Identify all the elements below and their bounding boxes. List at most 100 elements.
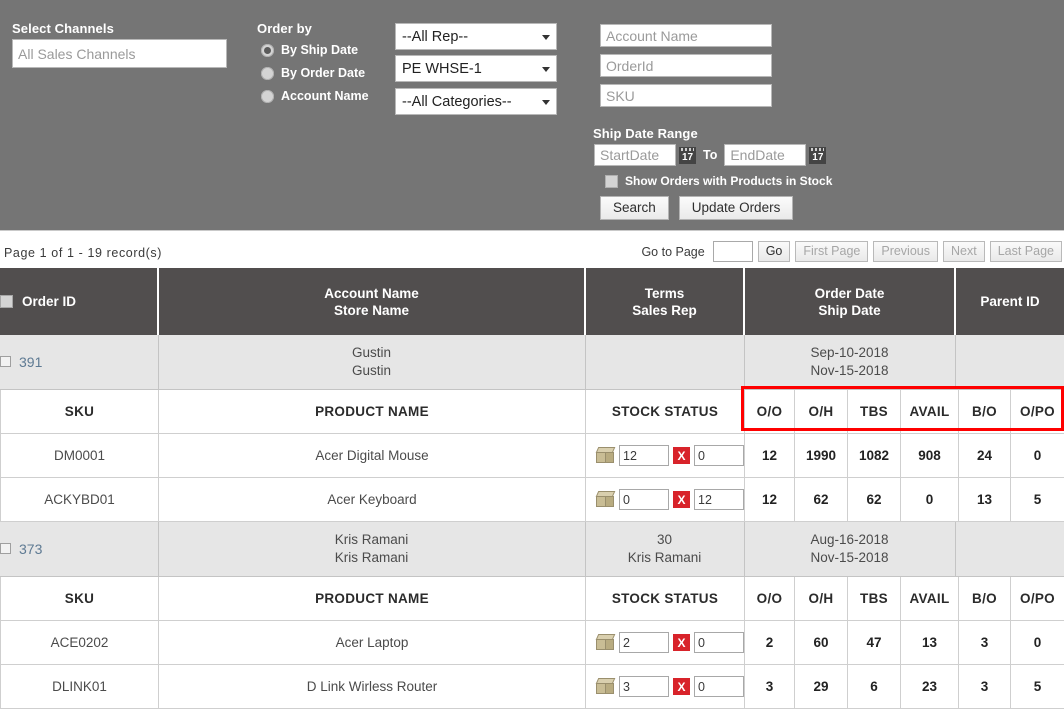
last-page-button[interactable]: Last Page — [990, 241, 1062, 262]
grid-header-line2: Ship Date — [745, 302, 954, 319]
product-oh: 29 — [795, 665, 848, 709]
order-ship-date-cell-line1: Aug-16-2018 — [745, 531, 955, 549]
product-oh: 62 — [795, 478, 848, 522]
calendar-icon-end[interactable]: 17 — [809, 147, 826, 164]
update-orders-button[interactable]: Update Orders — [679, 196, 794, 220]
account-name-input[interactable]: Account Name — [600, 24, 772, 47]
product-name: Acer Laptop — [159, 621, 586, 665]
product-oh: 60 — [795, 621, 848, 665]
qty-backorder-input[interactable]: 0 — [694, 676, 744, 697]
select-all-checkbox[interactable] — [0, 295, 13, 308]
radio-by-order-date[interactable]: By Order Date — [261, 66, 365, 80]
grid-header-order-id: Order ID — [0, 268, 158, 335]
order-id-link[interactable]: 391 — [19, 353, 42, 371]
order-products-container: SKUPRODUCT NAMESTOCK STATUSO/OO/HTBSAVAI… — [0, 389, 1064, 522]
sub-header-product-name: PRODUCT NAME — [159, 577, 586, 621]
order-id-link[interactable]: 373 — [19, 540, 42, 558]
pager-controls: Go to Page Go First Page Previous Next L… — [641, 241, 1062, 262]
order-ship-date-cell: Aug-16-2018Nov-15-2018 — [744, 522, 955, 576]
product-avail: 0 — [901, 478, 959, 522]
account-store-cell-line1: Gustin — [159, 344, 585, 362]
category-select[interactable]: --All Categories-- — [395, 88, 557, 115]
remove-icon[interactable]: X — [673, 678, 690, 695]
product-oh: 1990 — [795, 434, 848, 478]
select-channels-input[interactable]: All Sales Channels — [12, 39, 227, 68]
account-store-cell-line2: Gustin — [159, 362, 585, 380]
radio-dot-icon — [261, 90, 274, 103]
product-opo: 0 — [1011, 621, 1064, 665]
search-button[interactable]: Search — [600, 196, 669, 220]
grid-header-line1: Parent ID — [956, 293, 1064, 310]
package-box-icon — [596, 634, 615, 651]
show-in-stock-checkbox-row[interactable]: Show Orders with Products in Stock — [605, 174, 832, 188]
order-ship-date-cell: Sep-10-2018Nov-15-2018 — [744, 335, 955, 389]
sub-header-o-o: O/O — [745, 390, 795, 434]
remove-icon[interactable]: X — [673, 447, 690, 464]
product-name: Acer Keyboard — [159, 478, 586, 522]
row-checkbox[interactable] — [0, 543, 11, 554]
products-sub-header-row: SKUPRODUCT NAMESTOCK STATUSO/OO/HTBSAVAI… — [1, 577, 1064, 621]
orders-grid: Order IDAccount NameStore NameTermsSales… — [0, 268, 1064, 709]
radio-account-name[interactable]: Account Name — [261, 89, 369, 103]
order-id-cell[interactable]: 391 — [0, 335, 158, 389]
previous-page-button[interactable]: Previous — [873, 241, 938, 262]
sub-header-b-o: B/O — [959, 390, 1011, 434]
sub-header-stock-status: STOCK STATUS — [586, 577, 745, 621]
warehouse-select-value: PE WHSE-1 — [402, 61, 482, 77]
qty-allocated-input[interactable]: 3 — [619, 676, 669, 697]
goto-page-input[interactable] — [713, 241, 753, 262]
go-button[interactable]: Go — [758, 241, 791, 262]
terms-salesrep-cell — [585, 335, 744, 389]
order-row[interactable]: 391 GustinGustin Sep-10-2018Nov-15-2018 — [0, 335, 1064, 389]
product-row: ACKYBD01Acer Keyboard0X121262620135 — [1, 478, 1064, 522]
product-tbs: 6 — [848, 665, 901, 709]
first-page-button[interactable]: First Page — [795, 241, 868, 262]
next-page-button[interactable]: Next — [943, 241, 985, 262]
grid-header-line2: Sales Rep — [586, 302, 743, 319]
goto-page-label: Go to Page — [641, 245, 704, 259]
qty-backorder-input[interactable]: 12 — [694, 489, 744, 510]
product-row: DM0001Acer Digital Mouse12X0121990108290… — [1, 434, 1064, 478]
order-id-cell[interactable]: 373 — [0, 522, 158, 576]
end-date-input[interactable]: EndDate — [724, 144, 806, 166]
products-table: SKUPRODUCT NAMESTOCK STATUSO/OO/HTBSAVAI… — [0, 577, 1064, 709]
qty-allocated-input[interactable]: 2 — [619, 632, 669, 653]
rep-select[interactable]: --All Rep-- — [395, 23, 557, 50]
date-range-to-label: To — [703, 148, 717, 162]
products-sub-header-row: SKUPRODUCT NAMESTOCK STATUSO/OO/HTBSAVAI… — [1, 390, 1064, 434]
remove-icon[interactable]: X — [673, 634, 690, 651]
qty-backorder-input[interactable]: 0 — [694, 445, 744, 466]
qty-backorder-input[interactable]: 0 — [694, 632, 744, 653]
radio-by-ship-date[interactable]: By Ship Date — [261, 43, 358, 57]
product-bo: 24 — [959, 434, 1011, 478]
order-id-input[interactable]: OrderId — [600, 54, 772, 77]
warehouse-select[interactable]: PE WHSE-1 — [395, 55, 557, 82]
start-date-input[interactable]: StartDate — [594, 144, 676, 166]
product-avail: 908 — [901, 434, 959, 478]
order-products-row: SKUPRODUCT NAMESTOCK STATUSO/OO/HTBSAVAI… — [0, 389, 1064, 522]
select-channels-label: Select Channels — [12, 21, 114, 36]
sub-header-stock-status: STOCK STATUS — [586, 390, 745, 434]
sku-input[interactable]: SKU — [600, 84, 772, 107]
qty-allocated-input[interactable]: 12 — [619, 445, 669, 466]
radio-label-by-ship-date: By Ship Date — [281, 43, 358, 57]
qty-allocated-input[interactable]: 0 — [619, 489, 669, 510]
calendar-icon-start[interactable]: 17 — [679, 147, 696, 164]
package-box-icon — [596, 447, 615, 464]
order-row[interactable]: 373Kris RamaniKris Ramani30Kris RamaniAu… — [0, 522, 1064, 576]
product-oo: 12 — [745, 434, 795, 478]
sub-header-o-o: O/O — [745, 577, 795, 621]
checkbox-icon[interactable] — [605, 175, 618, 188]
sub-header-tbs: TBS — [848, 390, 901, 434]
package-box-icon — [596, 491, 615, 508]
order-ship-date-cell-line2: Nov-15-2018 — [745, 549, 955, 567]
filter-actions: Search Update Orders — [600, 196, 793, 220]
product-sku: DM0001 — [1, 434, 159, 478]
product-row: DLINK01D Link Wirless Router3X032962335 — [1, 665, 1064, 709]
row-checkbox[interactable] — [0, 356, 11, 367]
remove-icon[interactable]: X — [673, 491, 690, 508]
sub-header-sku: SKU — [1, 390, 159, 434]
product-tbs: 47 — [848, 621, 901, 665]
product-avail: 23 — [901, 665, 959, 709]
order-products-container: SKUPRODUCT NAMESTOCK STATUSO/OO/HTBSAVAI… — [0, 576, 1064, 709]
